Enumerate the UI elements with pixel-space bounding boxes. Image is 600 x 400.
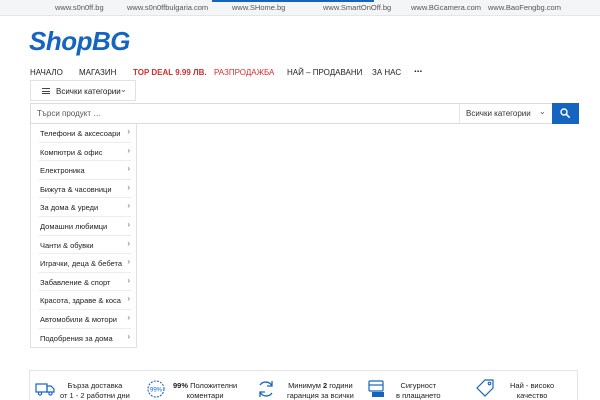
svg-text:99%: 99% bbox=[150, 388, 163, 394]
chevron-down-icon: ⌄ bbox=[120, 85, 127, 94]
category-label: Бижута & часовници bbox=[40, 184, 112, 194]
category-label: Електроника bbox=[40, 166, 85, 176]
chevron-right-icon: › bbox=[127, 145, 130, 155]
search-bar: Всички категории ⌄ bbox=[30, 103, 579, 124]
all-categories-label: Всички категории bbox=[56, 87, 121, 96]
category-item[interactable]: Бижута & часовници › bbox=[39, 180, 131, 199]
site-link-s0n0ffbulgaria[interactable]: www.s0n0ffbulgaria.com bbox=[127, 3, 208, 12]
category-label: Красота, здраве & коса bbox=[40, 296, 121, 306]
category-label: Домашни любимци bbox=[40, 222, 108, 231]
category-label: Чанти & обувки bbox=[40, 240, 94, 250]
secure-payment-icon bbox=[368, 380, 384, 397]
category-label: Телефони & аксесоари bbox=[40, 129, 121, 138]
site-link-bgcamera[interactable]: www.BGcamera.com bbox=[411, 3, 481, 12]
chevron-right-icon: › bbox=[127, 164, 130, 174]
chevron-right-icon: › bbox=[127, 294, 130, 304]
category-label: За дома & уреди bbox=[40, 203, 99, 213]
category-item[interactable]: За дома & уреди › bbox=[39, 198, 131, 217]
chevron-right-icon: › bbox=[127, 331, 130, 341]
refresh-icon bbox=[259, 381, 273, 397]
category-label: Подобрения за дома bbox=[40, 333, 113, 343]
top-bar: www.s0n0ff.bg www.s0n0ffbulgaria.com www… bbox=[0, 0, 600, 16]
category-label: Автомобили & мотори bbox=[40, 315, 117, 324]
nav-sale[interactable]: РАЗПРОДАЖБА bbox=[214, 68, 274, 77]
category-menu: Телефони & аксесоари › Компютри & офис › Е… bbox=[30, 124, 137, 348]
search-category-select[interactable]: Всички категории ⌄ bbox=[459, 104, 551, 123]
feature-text: Най - високо качество bbox=[510, 381, 555, 400]
chevron-right-icon: › bbox=[127, 313, 130, 322]
site-link-s0n0ff[interactable]: www.s0n0ff.bg bbox=[55, 3, 104, 12]
nav-best-sellers[interactable]: НАЙ – ПРОДАВАНИ bbox=[287, 68, 362, 77]
category-item[interactable]: Чанти & обувки › bbox=[39, 236, 131, 255]
nav-home[interactable]: НАЧАЛО bbox=[30, 68, 63, 77]
site-logo[interactable]: ShopBG bbox=[29, 26, 131, 57]
category-item[interactable]: Домашни любимци › bbox=[39, 217, 131, 236]
category-item[interactable]: Телефони & аксесоари › bbox=[39, 124, 131, 143]
chevron-right-icon: › bbox=[127, 238, 130, 248]
category-item[interactable]: Електроника › bbox=[39, 161, 131, 180]
nav-more[interactable]: ... bbox=[414, 64, 422, 75]
category-item[interactable]: Играчки, деца & бебета › bbox=[39, 254, 131, 273]
feature-fast-delivery: Бърза доставка от 1 - 2 работни дни bbox=[30, 371, 140, 400]
category-item[interactable]: Автомобили & мотори › bbox=[39, 310, 131, 329]
chevron-right-icon: › bbox=[127, 127, 130, 136]
truck-icon bbox=[35, 383, 55, 396]
features-strip: Бърза доставка от 1 - 2 работни дни 99% 9… bbox=[29, 370, 578, 400]
chevron-right-icon: › bbox=[127, 220, 130, 229]
category-item[interactable]: Красота, здраве & коса › bbox=[39, 291, 131, 310]
category-item[interactable]: Подобрения за дома › bbox=[39, 329, 131, 348]
feature-text: Минимум 2 години гаранция за всички bbox=[287, 381, 354, 400]
feature-text: 99% Положителни коментари bbox=[173, 381, 238, 400]
chevron-right-icon: › bbox=[127, 201, 130, 211]
feature-text: Сигурност в плащането bbox=[396, 381, 441, 400]
feature-text: Бърза доставка от 1 - 2 работни дни bbox=[60, 381, 130, 400]
category-label: Играчки, деца & бебета bbox=[40, 259, 122, 269]
search-input[interactable] bbox=[31, 104, 458, 123]
nav-shop[interactable]: МАГАЗИН bbox=[79, 68, 116, 77]
category-label: Забавление & спорт bbox=[40, 277, 111, 287]
feature-secure-payment: Сигурност в плащането bbox=[365, 371, 470, 400]
site-link-baofengbg[interactable]: www.BaoFengbg.com bbox=[488, 3, 561, 12]
search-button[interactable] bbox=[552, 103, 579, 124]
percent-badge-icon: 99% bbox=[147, 380, 165, 398]
feature-warranty: Минимум 2 години гаранция за всички bbox=[253, 371, 363, 400]
all-categories-toggle[interactable]: Всички категории ⌄ bbox=[30, 80, 136, 101]
menu-icon bbox=[42, 88, 50, 94]
chevron-right-icon: › bbox=[127, 182, 130, 192]
search-category-value: Всички категории bbox=[466, 109, 531, 118]
category-item[interactable]: Забавление & спорт › bbox=[39, 273, 131, 292]
category-item[interactable]: Компютри & офис › bbox=[39, 143, 131, 162]
site-link-shome[interactable]: www.SHome.bg bbox=[232, 3, 285, 12]
category-label: Компютри & офис bbox=[40, 147, 103, 157]
chevron-down-icon: ⌄ bbox=[539, 107, 546, 116]
site-link-smartonoff[interactable]: www.SmartOnOff.bg bbox=[323, 3, 391, 12]
feature-positive-reviews: 99% 99% Положителни коментари bbox=[143, 371, 253, 400]
feature-quality: Най - високо качество bbox=[473, 371, 578, 400]
chevron-right-icon: › bbox=[127, 257, 130, 267]
search-icon bbox=[560, 108, 570, 118]
chevron-right-icon: › bbox=[127, 275, 130, 285]
nav-top-deal[interactable]: TOP DEAL 9.99 ЛВ. bbox=[133, 68, 207, 77]
nav-about[interactable]: ЗА НАС bbox=[372, 68, 401, 77]
active-site-indicator bbox=[212, 0, 374, 2]
quality-tag-icon bbox=[476, 379, 494, 397]
